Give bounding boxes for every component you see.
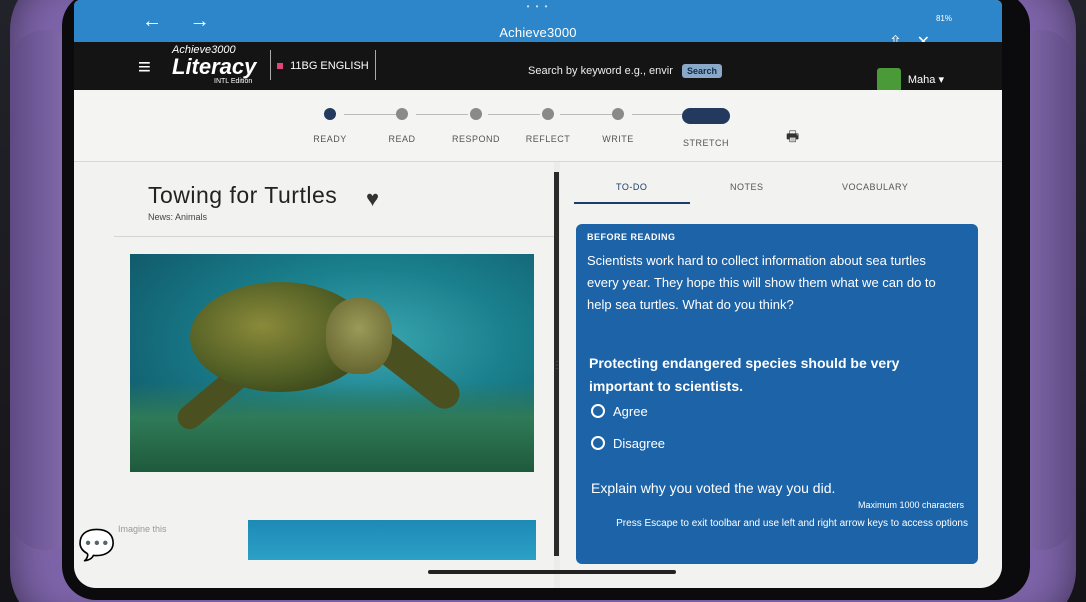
- class-color-icon: [277, 63, 283, 69]
- step-dot: [612, 108, 624, 120]
- tab-indicator: [574, 202, 690, 204]
- search-bar[interactable]: Search by keyword e.g., envir Search: [528, 64, 722, 78]
- step-label: READY: [313, 134, 347, 144]
- turtle-photo: [130, 254, 534, 472]
- lesson-steps: READY READ RESPOND REFLECT WRITE STRETCH: [74, 90, 1002, 162]
- poll-intro: Scientists work hard to collect informat…: [587, 253, 936, 312]
- radio-icon[interactable]: [591, 436, 605, 450]
- tab-todo[interactable]: TO-DO: [616, 182, 647, 192]
- browser-toolbar: • • • ← → Achieve3000 81% ⇧ ✕: [74, 0, 1002, 51]
- step-dot: [324, 108, 336, 120]
- step-stretch[interactable]: STRETCH: [678, 108, 734, 148]
- user-menu[interactable]: Maha ▾: [876, 68, 944, 92]
- step-write[interactable]: WRITE: [592, 108, 644, 144]
- second-photo: [248, 520, 536, 560]
- turtle-head: [326, 298, 392, 374]
- tab-notes[interactable]: NOTES: [730, 182, 764, 192]
- max-characters: Maximum 1000 characters: [857, 500, 964, 510]
- step-label: STRETCH: [683, 138, 729, 148]
- poll-kicker: BEFORE READING: [587, 232, 676, 242]
- chevron-down-icon: ▾: [938, 73, 944, 86]
- step-dot: [396, 108, 408, 120]
- divider: [114, 236, 554, 237]
- step-reflect[interactable]: REFLECT: [522, 108, 574, 144]
- browser-title: Achieve3000: [499, 25, 577, 40]
- step-ready[interactable]: READY: [304, 108, 356, 144]
- step-label: WRITE: [602, 134, 634, 144]
- home-indicator[interactable]: [428, 570, 676, 574]
- photo-scene: • • • ← → Achieve3000 81% ⇧ ✕ ≡ Achieve3…: [0, 0, 1086, 602]
- poll-card: BEFORE READING Scientists work hard to c…: [576, 224, 978, 564]
- step-read[interactable]: READ: [376, 108, 428, 144]
- brand-main: Literacy: [172, 54, 257, 79]
- step-respond[interactable]: RESPOND: [448, 108, 504, 144]
- step-label: RESPOND: [451, 134, 500, 144]
- step-dot: [470, 108, 482, 120]
- radio-icon[interactable]: [591, 404, 605, 418]
- menu-icon[interactable]: ≡: [138, 54, 151, 80]
- tablet-screen: • • • ← → Achieve3000 81% ⇧ ✕ ≡ Achieve3…: [74, 0, 1002, 588]
- step-dot: [682, 108, 730, 124]
- poll-question: Protecting endangered species should be …: [589, 355, 900, 394]
- step-dot: [542, 108, 554, 120]
- activity-pane: TO-DO NOTES VOCABULARY BEFORE READING Sc…: [560, 162, 1002, 588]
- imagine-caption: Imagine this: [118, 524, 167, 534]
- toolbar-hint: Press Escape to exit toolbar and use lef…: [616, 518, 968, 529]
- article-category: News: Animals: [148, 212, 208, 222]
- class-name: 11BG ENGLISH: [290, 60, 369, 72]
- heart-icon[interactable]: ♥: [366, 186, 379, 212]
- help-bubble-icon[interactable]: 💬: [78, 528, 115, 563]
- article-pane: Towing for Turtles ♥ News: Animals Imagi…: [74, 162, 554, 588]
- battery-status: 81%: [935, 14, 952, 23]
- option-agree[interactable]: Agree: [591, 404, 648, 419]
- brand-edition: INTL Edition: [214, 78, 253, 85]
- class-selector[interactable]: 11BG ENGLISH: [270, 50, 376, 80]
- option-label: Agree: [613, 404, 648, 419]
- article-title: Towing for Turtles: [148, 182, 338, 208]
- step-label: REFLECT: [525, 134, 571, 144]
- app-header: ≡ Achieve3000 Literacy INTL Edition 11BG…: [74, 42, 1002, 92]
- brand-logo[interactable]: Achieve3000 Literacy INTL Edition: [172, 44, 256, 85]
- option-disagree[interactable]: Disagree: [591, 436, 665, 451]
- tab-vocabulary[interactable]: VOCABULARY: [842, 182, 908, 192]
- user-name: Maha: [907, 73, 936, 86]
- search-input[interactable]: Search by keyword e.g., envir: [528, 65, 673, 77]
- print-icon[interactable]: 🖶: [786, 126, 799, 150]
- search-button[interactable]: Search: [681, 64, 722, 78]
- avatar: [876, 68, 901, 92]
- option-label: Disagree: [613, 436, 666, 451]
- explain-prompt: Explain why you voted the way you did.: [591, 480, 836, 496]
- step-label: READ: [388, 134, 416, 144]
